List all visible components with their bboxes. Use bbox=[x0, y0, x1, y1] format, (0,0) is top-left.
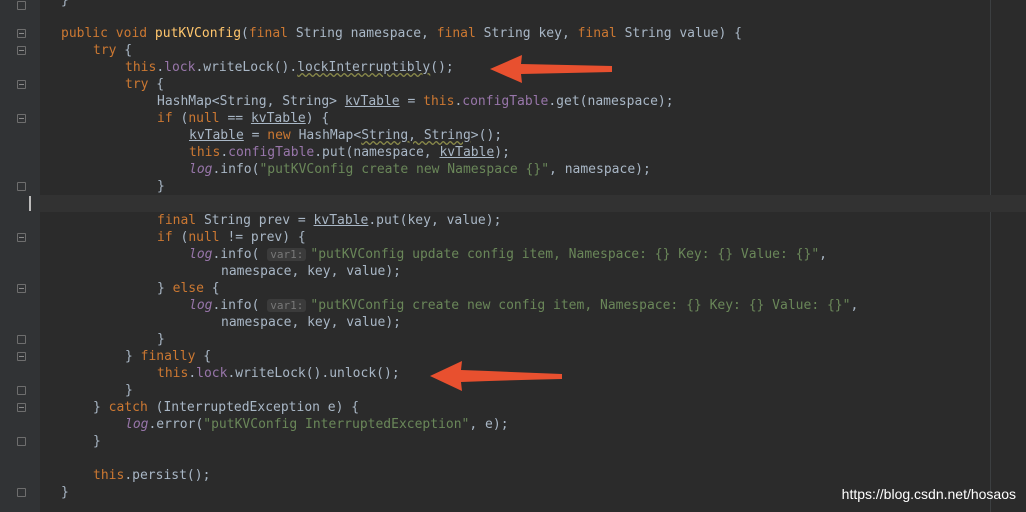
right-margin-guide bbox=[990, 0, 991, 512]
code-line: } finally { bbox=[125, 349, 212, 364]
fold-marker-icon[interactable] bbox=[17, 233, 26, 242]
editor-gutter[interactable] bbox=[0, 0, 40, 512]
fold-marker-icon[interactable] bbox=[17, 386, 26, 395]
code-line: this.lock.writeLock().unlock(); bbox=[157, 366, 400, 381]
code-line: } bbox=[93, 434, 101, 449]
fold-marker-icon[interactable] bbox=[17, 46, 26, 55]
code-line: log.info("putKVConfig create new Namespa… bbox=[189, 162, 651, 177]
code-line: log.error("putKVConfig InterruptedExcept… bbox=[125, 417, 509, 432]
code-editor[interactable]: } public void putKVConfig(final String n… bbox=[0, 0, 1026, 512]
watermark: https://blog.csdn.net/hosaos bbox=[841, 486, 1016, 502]
method-name: putKVConfig bbox=[154, 26, 242, 41]
fold-marker-icon[interactable] bbox=[17, 437, 26, 446]
fold-marker-icon[interactable] bbox=[17, 403, 26, 412]
current-line-highlight bbox=[40, 195, 1026, 212]
fold-marker-icon[interactable] bbox=[17, 488, 26, 497]
code-line: try { bbox=[93, 43, 133, 58]
code-line: } bbox=[125, 383, 133, 398]
parameter-hint: var1: bbox=[267, 299, 307, 312]
fold-marker-icon[interactable] bbox=[17, 352, 26, 361]
code-line: } bbox=[157, 179, 165, 194]
text-cursor bbox=[29, 196, 31, 211]
fold-marker-icon[interactable] bbox=[17, 114, 26, 123]
code-line: public void putKVConfig(final String nam… bbox=[61, 26, 742, 41]
fold-marker-icon[interactable] bbox=[17, 182, 26, 191]
code-line: namespace, key, value); bbox=[221, 264, 402, 279]
fold-marker-icon[interactable] bbox=[17, 29, 26, 38]
code-line: this.lock.writeLock().lockInterruptibly(… bbox=[125, 60, 454, 75]
code-line: this.configTable.put(namespace, kvTable)… bbox=[189, 145, 510, 160]
code-line: final String prev = kvTable.put(key, val… bbox=[157, 213, 502, 228]
fold-marker-icon[interactable] bbox=[17, 80, 26, 89]
code-line: kvTable = new HashMap<String, String>(); bbox=[189, 128, 503, 143]
code-line: if (null == kvTable) { bbox=[157, 111, 330, 126]
code-line: } else { bbox=[157, 281, 220, 296]
code-line: try { bbox=[125, 77, 165, 92]
fold-marker-icon[interactable] bbox=[17, 1, 26, 10]
fold-marker-icon[interactable] bbox=[17, 284, 26, 293]
code-line: HashMap<String, String> kvTable = this.c… bbox=[157, 94, 674, 109]
code-line: log.info( var1: "putKVConfig update confi… bbox=[189, 247, 827, 262]
annotation-arrow-icon bbox=[430, 361, 562, 391]
code-line: } bbox=[157, 332, 165, 347]
fold-marker-icon[interactable] bbox=[17, 335, 26, 344]
annotation-arrow-icon bbox=[490, 55, 612, 83]
parameter-hint: var1: bbox=[267, 248, 307, 261]
code-line: namespace, key, value); bbox=[221, 315, 402, 330]
code-line: } bbox=[61, 0, 69, 8]
code-line: } bbox=[61, 485, 69, 500]
code-line: if (null != prev) { bbox=[157, 230, 306, 245]
code-line: this.persist(); bbox=[93, 468, 211, 483]
code-line: log.info( var1: "putKVConfig create new c… bbox=[189, 298, 859, 313]
code-line: } catch (InterruptedException e) { bbox=[93, 400, 360, 415]
